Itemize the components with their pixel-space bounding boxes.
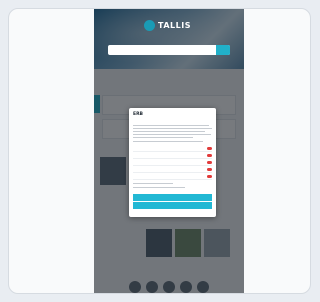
dialog-brand: ERB <box>133 111 143 117</box>
accept-selected-button[interactable] <box>133 202 212 209</box>
search-bar[interactable] <box>108 45 230 55</box>
consent-toggle[interactable] <box>207 175 212 178</box>
search-input[interactable] <box>108 46 214 54</box>
save-settings-link[interactable] <box>133 210 212 215</box>
logo-mark-icon <box>144 19 155 31</box>
body-text-line <box>133 134 211 136</box>
dialog-header: ERB <box>133 111 212 117</box>
body-text-line <box>133 128 212 130</box>
consent-toggle[interactable] <box>207 147 212 150</box>
search-button[interactable] <box>216 45 230 55</box>
consent-option[interactable] <box>133 174 212 180</box>
body-text-line <box>133 125 209 127</box>
accept-all-button[interactable] <box>133 194 212 201</box>
consent-option[interactable] <box>133 153 212 159</box>
screenshot-card: TALLIS ERB <box>8 8 311 294</box>
consent-toggle[interactable] <box>207 154 212 157</box>
body-text-line <box>133 141 203 143</box>
consent-option[interactable] <box>133 167 212 173</box>
consent-toggle[interactable] <box>207 161 212 164</box>
consent-option[interactable] <box>133 146 212 152</box>
body-text-line <box>133 183 173 185</box>
consent-option[interactable] <box>133 160 212 166</box>
body-text-line <box>133 187 185 189</box>
body-text-line <box>133 137 193 139</box>
cookie-consent-dialog: ERB <box>129 108 216 217</box>
brand-name: TALLIS <box>158 20 191 30</box>
body-text-line <box>133 131 205 133</box>
consent-toggle[interactable] <box>207 168 212 171</box>
site-logo[interactable]: TALLIS <box>144 19 191 31</box>
